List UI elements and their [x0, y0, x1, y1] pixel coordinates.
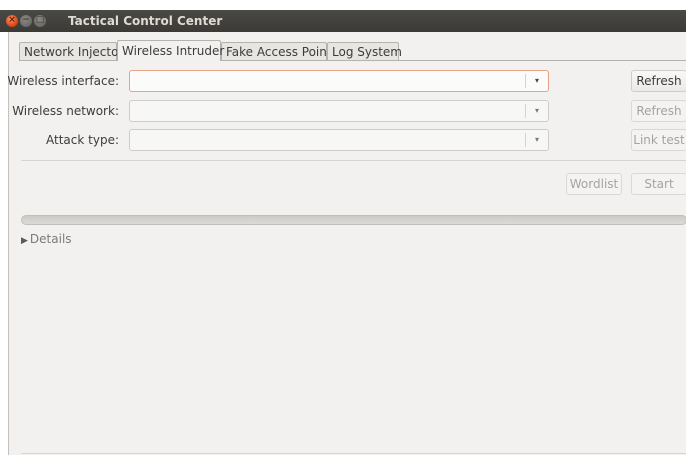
link-test-button[interactable]: Link test [631, 129, 686, 151]
minimize-window-button[interactable]: − [20, 15, 32, 27]
expander-arrow-icon: ▶ [21, 236, 28, 246]
chevron-down-icon: ▾ [525, 74, 548, 88]
chevron-down-icon: ▾ [525, 104, 548, 118]
details-expander[interactable]: ▶ Details [21, 232, 72, 246]
tab-network-injector[interactable]: Network Injector [19, 42, 123, 60]
attack-type-select[interactable]: ▾ [129, 129, 549, 151]
title-bar: × − □ Tactical Control Center [0, 10, 686, 32]
window-body: Network Injector Wireless Intruder Fake … [7, 32, 686, 455]
details-label: Details [29, 232, 72, 246]
minimize-icon: − [22, 15, 30, 25]
close-icon: × [8, 15, 16, 25]
wireless-interface-select[interactable]: ▾ [129, 70, 549, 92]
details-bottom-divider [21, 453, 686, 454]
maximize-icon: □ [35, 15, 45, 25]
window-title: Tactical Control Center [68, 14, 223, 28]
tab-log-system[interactable]: Log System [327, 42, 402, 60]
wireless-network-label: Wireless network: [12, 104, 119, 118]
wireless-interface-label: Wireless interface: [7, 74, 119, 88]
chevron-down-icon: ▾ [525, 133, 548, 147]
progress-bar [21, 215, 686, 225]
form-separator [21, 160, 686, 161]
attack-type-label: Attack type: [46, 133, 119, 147]
refresh-network-button[interactable]: Refresh [631, 100, 686, 122]
maximize-window-button[interactable]: □ [34, 15, 46, 27]
refresh-interface-button[interactable]: Refresh [631, 70, 686, 92]
tab-wireless-intruder[interactable]: Wireless Intruder [117, 40, 224, 61]
wireless-network-select[interactable]: ▾ [129, 100, 549, 122]
tab-fake-access-point[interactable]: Fake Access Point [221, 42, 332, 60]
start-button[interactable]: Start [631, 173, 686, 195]
close-window-button[interactable]: × [6, 15, 18, 27]
wordlist-button[interactable]: Wordlist [566, 173, 622, 195]
